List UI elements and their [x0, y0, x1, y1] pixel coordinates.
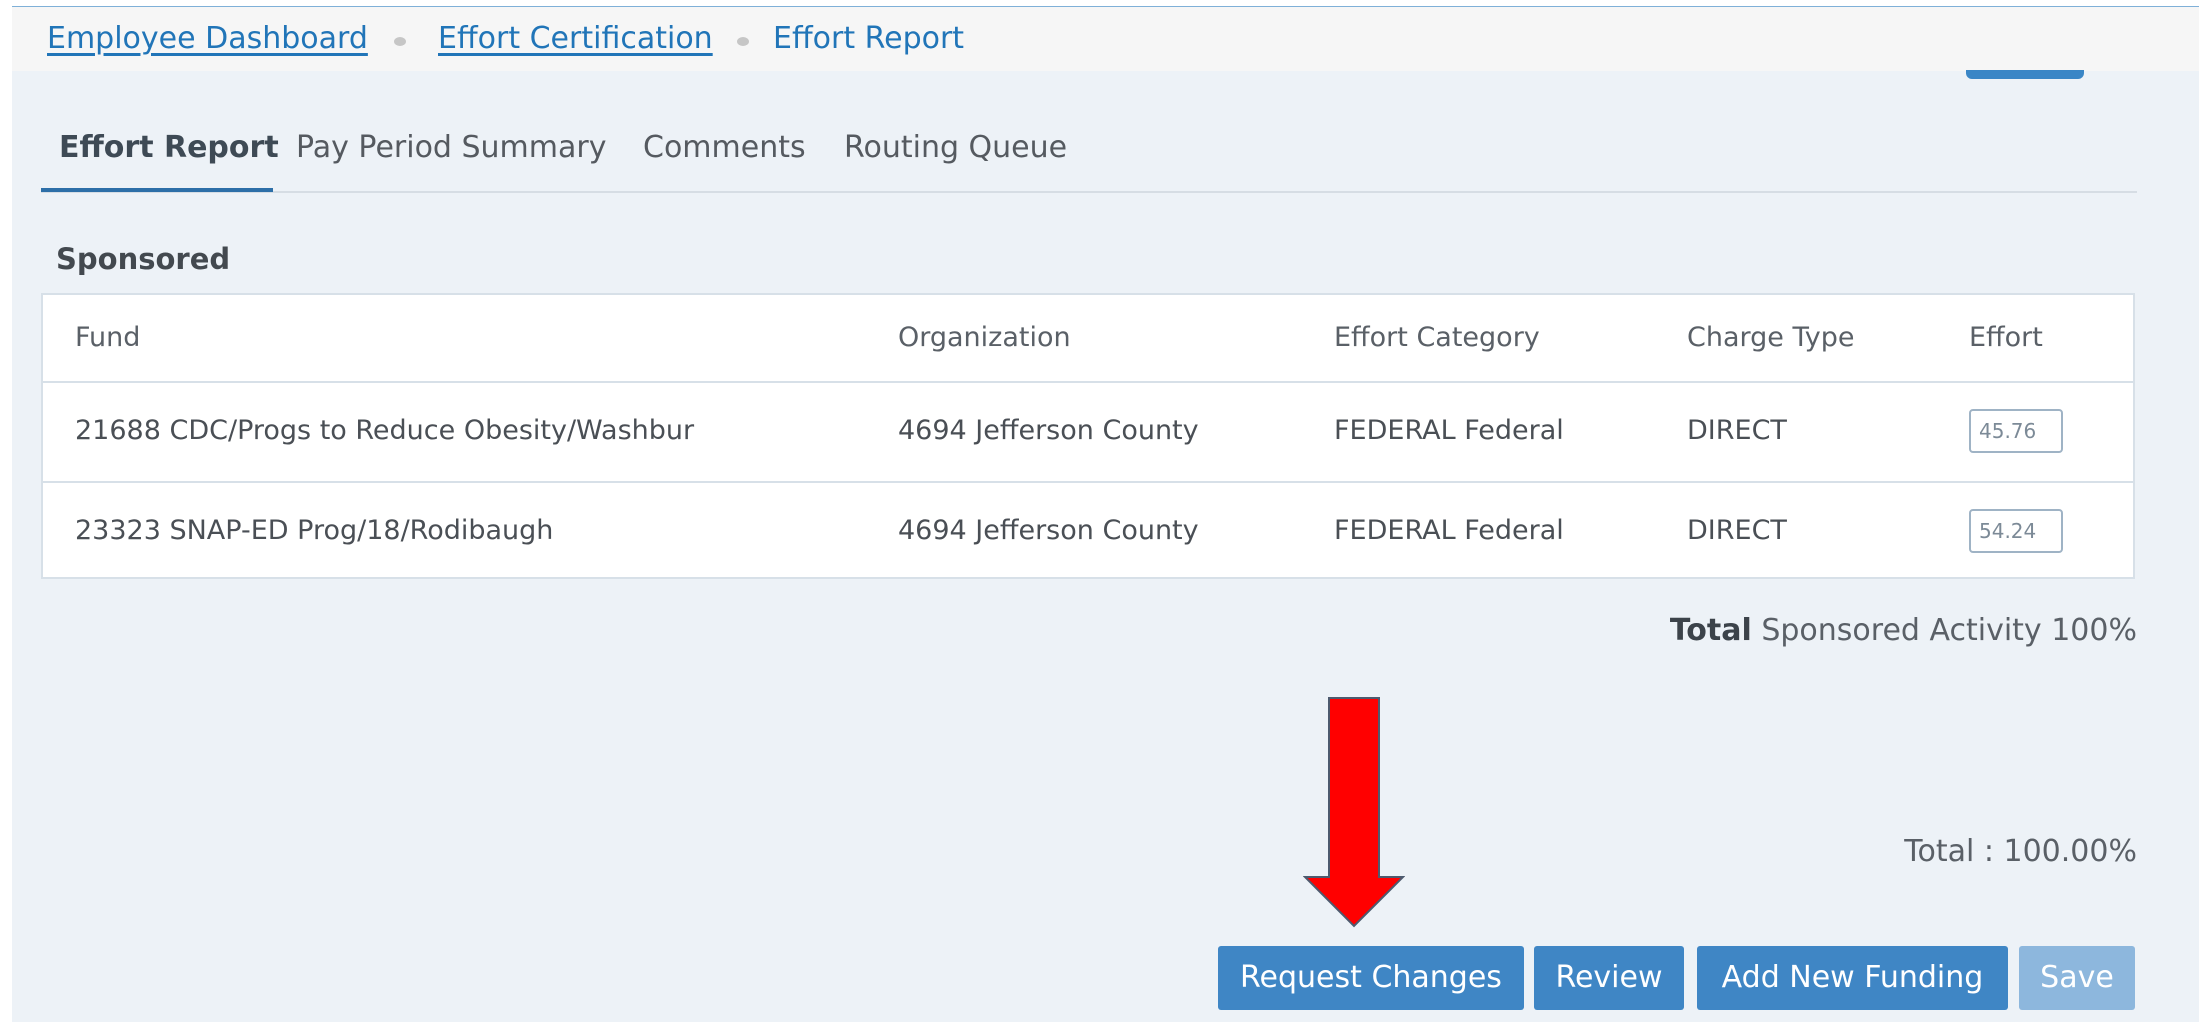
- section-title: Sponsored: [56, 242, 231, 276]
- table-row: 23323 SNAP-ED Prog/18/Rodibaugh 4694 Jef…: [43, 483, 2133, 577]
- breadcrumb-separator: [737, 37, 749, 46]
- tab-effort-report[interactable]: Effort Report: [59, 128, 279, 168]
- grand-total: Total : 100.00%: [1904, 834, 2137, 869]
- organization-cell: 4694 Jefferson County: [898, 415, 1199, 446]
- column-header-fund: Fund: [75, 322, 141, 353]
- breadcrumb-effort-certification[interactable]: Effort Certification: [438, 20, 713, 58]
- breadcrumb-effort-report: Effort Report: [773, 21, 965, 56]
- arrow-shape: [1303, 697, 1405, 928]
- fund-cell: 23323 SNAP-ED Prog/18/Rodibaugh: [75, 515, 554, 546]
- charge-type-cell: DIRECT: [1687, 515, 1787, 546]
- sponsored-activity-total: Total Sponsored Activity 100%: [1670, 611, 2137, 651]
- down-arrow-icon: [1303, 697, 1405, 928]
- breadcrumb-employee-dashboard[interactable]: Employee Dashboard: [47, 20, 368, 58]
- tab-divider: [41, 191, 2137, 193]
- column-header-effort-category: Effort Category: [1334, 322, 1540, 353]
- sponsored-table: Fund Organization Effort Category Charge…: [41, 293, 2135, 579]
- save-button[interactable]: Save: [2019, 946, 2135, 1010]
- active-tab-indicator: [41, 188, 273, 192]
- column-header-charge-type: Charge Type: [1687, 322, 1855, 353]
- effort-input[interactable]: 45.76: [1969, 409, 2063, 453]
- effort-category-cell: FEDERAL Federal: [1334, 415, 1564, 446]
- breadcrumb-separator: [394, 37, 406, 46]
- tab-routing-queue[interactable]: Routing Queue: [844, 128, 1067, 168]
- partially-hidden-button[interactable]: [1966, 70, 2084, 79]
- total-label: Total: [1669, 613, 1752, 648]
- column-header-effort: Effort: [1969, 322, 2043, 353]
- table-row: 21688 CDC/Progs to Reduce Obesity/Washbu…: [43, 383, 2133, 483]
- charge-type-cell: DIRECT: [1687, 415, 1787, 446]
- effort-input[interactable]: 54.24: [1969, 509, 2063, 553]
- screen: Employee Dashboard Effort Certification …: [0, 0, 2199, 1022]
- review-button[interactable]: Review: [1534, 946, 1684, 1010]
- add-new-funding-button[interactable]: Add New Funding: [1697, 946, 2008, 1010]
- tab-comments[interactable]: Comments: [643, 128, 806, 168]
- request-changes-button[interactable]: Request Changes: [1218, 946, 1524, 1010]
- effort-category-cell: FEDERAL Federal: [1334, 515, 1564, 546]
- tab-pay-period-summary[interactable]: Pay Period Summary: [296, 128, 606, 168]
- sponsored-activity-text: Sponsored Activity 100%: [1761, 613, 2137, 648]
- fund-cell: 21688 CDC/Progs to Reduce Obesity/Washbu…: [75, 415, 695, 446]
- column-header-organization: Organization: [898, 322, 1071, 353]
- organization-cell: 4694 Jefferson County: [898, 515, 1199, 546]
- table-header-row: Fund Organization Effort Category Charge…: [43, 295, 2133, 383]
